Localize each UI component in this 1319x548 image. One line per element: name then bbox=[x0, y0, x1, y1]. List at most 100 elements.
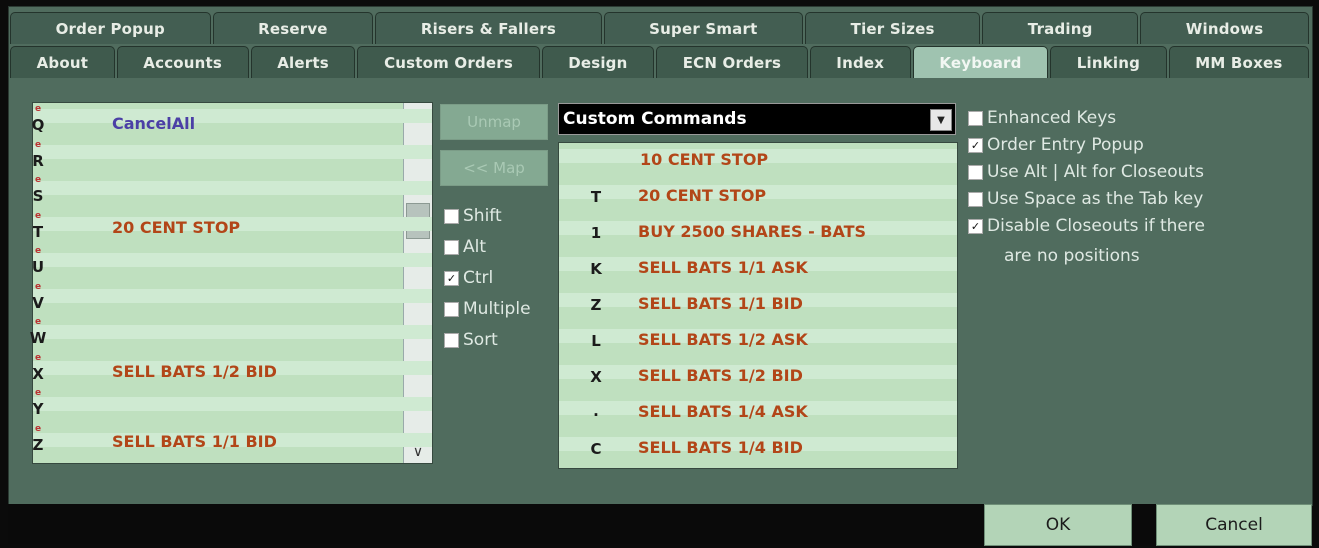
option-continuation: are no positions bbox=[1004, 246, 1140, 266]
command-item[interactable]: SELL BATS 1/1 BID bbox=[638, 294, 803, 313]
keymap-item[interactable]: SELL BATS 1/2 BID bbox=[112, 362, 277, 381]
checkbox-icon[interactable]: ✓ bbox=[968, 137, 983, 153]
key-label: U bbox=[31, 258, 45, 276]
key-label: Y bbox=[32, 400, 44, 418]
checkbox-icon[interactable] bbox=[968, 110, 983, 126]
modifier-alt[interactable]: Alt bbox=[444, 237, 486, 257]
tab-accounts[interactable]: Accounts bbox=[116, 46, 249, 78]
tab-windows[interactable]: Windows bbox=[1140, 12, 1309, 44]
key-label: Z bbox=[32, 435, 44, 454]
tab-order-popup[interactable]: Order Popup bbox=[10, 12, 211, 44]
tab-custom-orders[interactable]: Custom Orders bbox=[357, 46, 540, 78]
key-label: T bbox=[32, 222, 44, 241]
key-label: . bbox=[593, 402, 599, 420]
checkbox-icon[interactable] bbox=[968, 164, 983, 180]
checkbox-icon[interactable] bbox=[444, 301, 459, 317]
key-marker: e bbox=[34, 210, 42, 221]
key-marker: e bbox=[34, 246, 42, 256]
unmap-button[interactable]: Unmap bbox=[440, 104, 548, 140]
key-label: S bbox=[32, 187, 44, 205]
checkbox-icon[interactable] bbox=[444, 332, 459, 348]
key-label: Z bbox=[590, 296, 602, 314]
keymap-item[interactable]: SELL BATS 1/1 BID bbox=[112, 432, 277, 451]
tab-row-2: About Accounts Alerts Custom Orders Design EC… bbox=[10, 46, 1311, 78]
tab-mm-boxes[interactable]: MM Boxes bbox=[1168, 46, 1310, 78]
key-label: C bbox=[590, 440, 602, 458]
key-label: K bbox=[590, 260, 602, 278]
cancel-button[interactable]: Cancel bbox=[1156, 504, 1312, 546]
tab-row-1: Order Popup Reserve Risers & Fallers Super … bbox=[10, 12, 1311, 44]
row-stripe bbox=[33, 253, 432, 267]
key-marker: e bbox=[34, 317, 42, 327]
command-item[interactable]: 10 CENT STOP bbox=[640, 150, 768, 169]
key-marker: e bbox=[34, 139, 42, 150]
checkbox-icon[interactable] bbox=[444, 208, 459, 224]
modifier-multiple[interactable]: Multiple bbox=[444, 299, 531, 319]
key-marker: e bbox=[34, 175, 42, 185]
command-item[interactable]: SELL BATS 1/2 BID bbox=[638, 366, 803, 385]
modifier-ctrl[interactable]: ✓ Ctrl bbox=[444, 268, 493, 288]
option-label: Use Alt | Alt for Closeouts bbox=[987, 162, 1204, 182]
key-label: T bbox=[590, 188, 602, 206]
key-label: X bbox=[32, 364, 44, 383]
map-button[interactable]: << Map bbox=[440, 150, 548, 186]
row-stripe bbox=[33, 289, 432, 303]
row-stripe bbox=[33, 109, 432, 123]
modifier-sort[interactable]: Sort bbox=[444, 330, 498, 350]
keymap-list[interactable]: ^ ∨ bbox=[32, 102, 433, 464]
keymap-item[interactable]: 20 CENT STOP bbox=[112, 218, 240, 237]
tab-alerts[interactable]: Alerts bbox=[250, 46, 356, 78]
modifier-label: Sort bbox=[463, 330, 498, 350]
row-stripe bbox=[33, 181, 432, 195]
command-item[interactable]: SELL BATS 1/4 ASK bbox=[638, 402, 808, 421]
option-use-space-as-the-tab-key[interactable]: Use Space as the Tab key bbox=[968, 189, 1203, 209]
tab-reserve[interactable]: Reserve bbox=[212, 12, 374, 44]
option-label: Disable Closeouts if there bbox=[987, 216, 1205, 236]
tab-linking[interactable]: Linking bbox=[1050, 46, 1167, 78]
select-value: Custom Commands bbox=[563, 109, 747, 129]
option-order-entry-popup[interactable]: ✓ Order Entry Popup bbox=[968, 135, 1144, 155]
checkbox-icon[interactable]: ✓ bbox=[968, 218, 983, 234]
key-label: X bbox=[590, 368, 602, 386]
command-item[interactable]: BUY 2500 SHARES - BATS bbox=[638, 222, 866, 241]
option-disable-closeouts-if-there[interactable]: ✓ Disable Closeouts if there bbox=[968, 216, 1205, 236]
option-use-alt-alt-for-closeouts[interactable]: Use Alt | Alt for Closeouts bbox=[968, 162, 1204, 182]
checkbox-icon[interactable] bbox=[444, 239, 459, 255]
tab-index[interactable]: Index bbox=[809, 46, 911, 78]
key-marker: e bbox=[34, 388, 42, 398]
keymap-keys: eQeReSeTeUeVeWeXeYeZ bbox=[28, 104, 80, 460]
command-item[interactable]: 20 CENT STOP bbox=[638, 186, 766, 205]
key-label: Q bbox=[31, 116, 45, 134]
command-item[interactable]: SELL BATS 1/2 ASK bbox=[638, 330, 808, 349]
command-item[interactable]: SELL BATS 1/4 BID bbox=[638, 438, 803, 457]
option-label: Order Entry Popup bbox=[987, 135, 1144, 155]
keymap-item[interactable]: CancelAll bbox=[112, 114, 195, 133]
command-category-select[interactable]: Custom Commands ▼ bbox=[558, 103, 956, 135]
key-label: W bbox=[29, 329, 47, 347]
ok-button[interactable]: OK bbox=[984, 504, 1132, 546]
checkbox-icon[interactable]: ✓ bbox=[444, 270, 459, 286]
tab-ecn-orders[interactable]: ECN Orders bbox=[656, 46, 808, 78]
key-label: V bbox=[32, 293, 44, 312]
option-label: Use Space as the Tab key bbox=[987, 189, 1204, 209]
tab-about[interactable]: About bbox=[10, 46, 115, 78]
key-label: L bbox=[591, 332, 601, 350]
key-marker: e bbox=[34, 104, 42, 114]
command-item[interactable]: SELL BATS 1/1 ASK bbox=[638, 258, 808, 277]
checkbox-icon[interactable] bbox=[968, 191, 983, 207]
modifier-label: Shift bbox=[463, 206, 502, 226]
key-label: R bbox=[32, 151, 44, 170]
modifier-shift[interactable]: Shift bbox=[444, 206, 502, 226]
row-stripe bbox=[33, 145, 432, 159]
tab-trading[interactable]: Trading bbox=[982, 12, 1139, 44]
modifier-label: Multiple bbox=[463, 299, 531, 319]
row-stripe bbox=[33, 325, 432, 339]
tab-super-smart[interactable]: Super Smart bbox=[603, 12, 804, 44]
tab-design[interactable]: Design bbox=[541, 46, 655, 78]
tab-tier-sizes[interactable]: Tier Sizes bbox=[805, 12, 981, 44]
tab-keyboard[interactable]: Keyboard bbox=[912, 46, 1049, 78]
tab-risers-fallers[interactable]: Risers & Fallers bbox=[375, 12, 602, 44]
option-enhanced-keys[interactable]: Enhanced Keys bbox=[968, 108, 1116, 128]
key-label: 1 bbox=[590, 224, 602, 242]
chevron-down-icon[interactable]: ▼ bbox=[930, 109, 952, 131]
